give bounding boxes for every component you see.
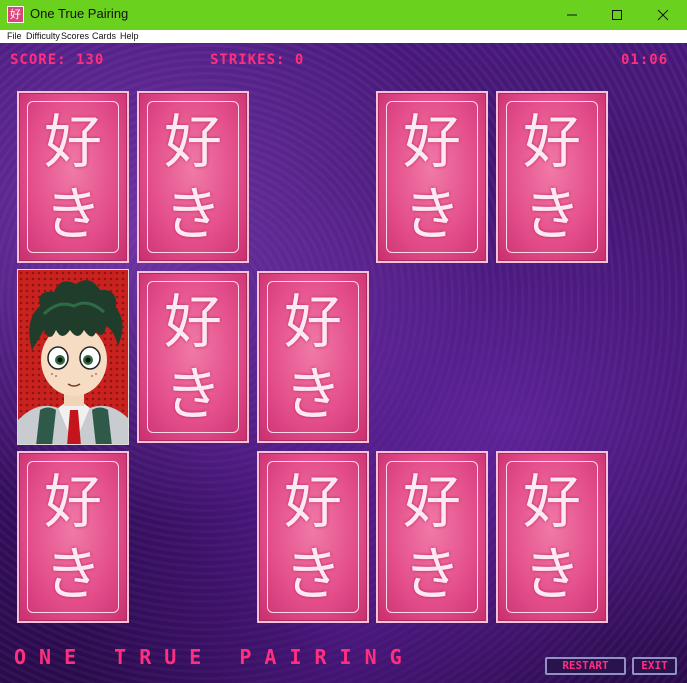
- game-board: SCORE: 130 STRIKES: 0 01:06 好 き 好 き 好 き …: [0, 43, 687, 683]
- menu-cards[interactable]: Cards: [92, 31, 116, 41]
- card-glyph-top: 好: [522, 468, 581, 536]
- card-glyph-top: 好: [402, 108, 461, 176]
- card-glyph-top: 好: [43, 468, 102, 536]
- card-face-down[interactable]: 好 き: [496, 451, 608, 623]
- menu-bar: File Difficulty Scores Cards Help: [0, 30, 687, 43]
- menu-help[interactable]: Help: [120, 31, 139, 41]
- strikes-display: STRIKES: 0: [210, 52, 305, 68]
- card-face-down[interactable]: 好 き: [376, 451, 488, 623]
- card-glyph-bottom: き: [402, 540, 461, 608]
- card-face-up-character[interactable]: [17, 269, 129, 445]
- score-display: SCORE: 130: [10, 52, 105, 68]
- card-glyph-top: 好: [402, 468, 461, 536]
- minimize-icon: [567, 14, 577, 16]
- card-glyph-bottom: き: [283, 360, 342, 428]
- restart-button[interactable]: RESTART: [545, 657, 626, 675]
- window-title: One True Pairing: [30, 6, 129, 21]
- card-glyph-bottom: き: [402, 180, 461, 248]
- card-glyph-top: 好: [163, 288, 222, 356]
- minimize-button[interactable]: [549, 0, 595, 30]
- card-glyph-bottom: き: [43, 180, 102, 248]
- app-icon: 好: [7, 6, 24, 23]
- card-face-down[interactable]: 好 き: [257, 271, 369, 443]
- card-glyph-top: 好: [283, 468, 342, 536]
- card-glyph-top: 好: [43, 108, 102, 176]
- menu-difficulty[interactable]: Difficulty: [26, 31, 60, 41]
- card-glyph-top: 好: [522, 108, 581, 176]
- card-face-down[interactable]: 好 き: [137, 271, 249, 443]
- title-bar: 好 One True Pairing: [0, 0, 687, 30]
- exit-button[interactable]: EXIT: [632, 657, 677, 675]
- app-window: 好 One True Pairing File Difficulty Score…: [0, 0, 687, 683]
- card-face-down[interactable]: 好 き: [496, 91, 608, 263]
- card-glyph-top: 好: [283, 288, 342, 356]
- timer-display: 01:06: [621, 52, 669, 68]
- card-face-down[interactable]: 好 き: [257, 451, 369, 623]
- maximize-button[interactable]: [594, 0, 640, 30]
- card-face-down[interactable]: 好 き: [137, 91, 249, 263]
- card-face-down[interactable]: 好 き: [17, 451, 129, 623]
- maximize-icon: [612, 10, 622, 20]
- card-glyph-bottom: き: [522, 180, 581, 248]
- menu-file[interactable]: File: [7, 31, 22, 41]
- card-glyph-bottom: き: [43, 540, 102, 608]
- card-glyph-bottom: き: [522, 540, 581, 608]
- game-title-banner: ONE TRUE PAIRING: [14, 645, 415, 669]
- character-portrait-image: [18, 270, 128, 444]
- card-glyph-bottom: き: [283, 540, 342, 608]
- close-icon: [657, 9, 669, 21]
- close-button[interactable]: [640, 0, 686, 30]
- card-glyph-top: 好: [163, 108, 222, 176]
- card-glyph-bottom: き: [163, 360, 222, 428]
- card-face-down[interactable]: 好 き: [376, 91, 488, 263]
- card-glyph-bottom: き: [163, 180, 222, 248]
- card-face-down[interactable]: 好 き: [17, 91, 129, 263]
- menu-scores[interactable]: Scores: [61, 31, 89, 41]
